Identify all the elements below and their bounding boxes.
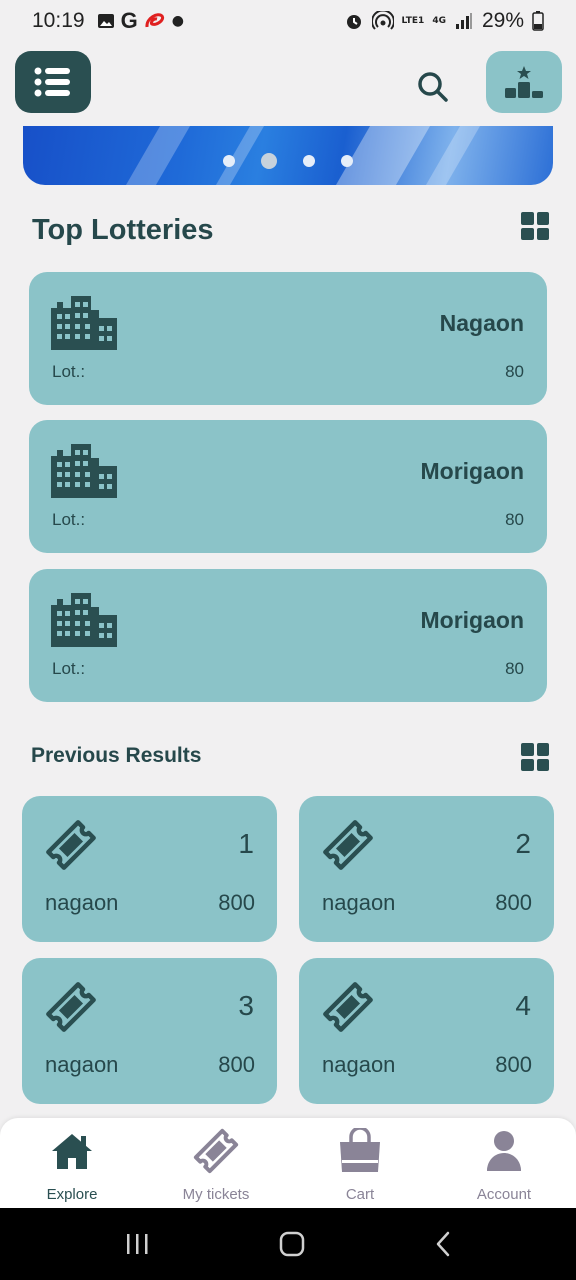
result-card[interactable]: 1 nagaon 800 <box>22 796 277 942</box>
search-icon <box>418 72 448 102</box>
nav-label: Account <box>476 1186 532 1203</box>
signal-icon <box>455 13 472 29</box>
ticket-icon <box>46 820 96 870</box>
hotspot-icon <box>371 11 394 30</box>
building-icon <box>51 296 117 350</box>
ticket-icon <box>323 982 373 1032</box>
carousel-dot[interactable] <box>341 155 353 167</box>
alarm-icon <box>346 15 361 29</box>
result-card[interactable]: 3 nagaon 800 <box>22 958 277 1104</box>
bag-icon <box>340 1128 380 1172</box>
result-number: 2 <box>515 828 531 859</box>
nav-label: Cart <box>345 1186 375 1203</box>
system-nav-bar <box>0 1208 576 1280</box>
lottery-name: Nagaon <box>439 310 524 336</box>
volte-label: LTE1 <box>401 15 425 26</box>
nav-my-tickets[interactable]: My tickets <box>144 1118 288 1208</box>
lot-label: Lot.: <box>52 659 86 678</box>
nav-account[interactable]: Account <box>432 1118 576 1208</box>
battery-percent: 29% <box>481 9 524 32</box>
nav-label: My tickets <box>182 1186 250 1203</box>
lottery-name: Morigaon <box>420 458 525 484</box>
result-name: nagaon <box>322 1052 396 1077</box>
dot-icon: ● <box>171 13 184 29</box>
ticket-icon <box>46 982 96 1032</box>
lot-label: Lot.: <box>52 362 86 381</box>
leaderboard-button[interactable] <box>486 51 562 113</box>
lottery-card[interactable]: Morigaon Lot.: 80 <box>29 569 547 702</box>
lottery-card[interactable]: Nagaon Lot.: 80 <box>29 272 547 405</box>
lot-value: 80 <box>505 659 524 678</box>
menu-icon <box>34 67 70 97</box>
notification-icons: G ● <box>97 8 184 34</box>
carousel-dot[interactable] <box>303 155 315 167</box>
lot-value: 80 <box>505 510 524 529</box>
result-number: 1 <box>238 828 254 859</box>
home-button-icon[interactable] <box>279 1231 305 1257</box>
lottery-name: Morigaon <box>420 607 525 633</box>
result-card[interactable]: 2 nagaon 800 <box>299 796 554 942</box>
status-time: 10:19 <box>32 9 85 32</box>
banner-carousel[interactable] <box>23 126 553 185</box>
signal-type-label: 4G <box>432 16 446 26</box>
result-name: nagaon <box>45 890 119 915</box>
status-right: LTE1 4G 29% <box>344 9 544 33</box>
nav-explore[interactable]: Explore <box>0 1118 144 1208</box>
carousel-dots <box>23 153 553 169</box>
top-lotteries-title: Top Lotteries <box>32 214 214 246</box>
ticket-icon <box>323 820 373 870</box>
grid-view-icon[interactable] <box>521 743 549 771</box>
menu-button[interactable] <box>15 51 91 113</box>
airtel-icon <box>145 13 164 28</box>
nav-label: Explore <box>46 1186 98 1203</box>
lot-value: 80 <box>505 362 524 381</box>
bottom-nav: Explore My tickets Cart Account <box>0 1118 576 1208</box>
lottery-card[interactable]: Morigaon Lot.: 80 <box>29 420 547 553</box>
previous-results-title: Previous Results <box>31 744 202 767</box>
carousel-dot[interactable] <box>223 155 235 167</box>
google-icon: G <box>120 8 138 33</box>
result-value: 800 <box>495 890 532 915</box>
nav-cart[interactable]: Cart <box>288 1118 432 1208</box>
building-icon <box>51 593 117 647</box>
result-number: 4 <box>515 990 531 1021</box>
result-card[interactable]: 4 nagaon 800 <box>299 958 554 1104</box>
result-name: nagaon <box>322 890 396 915</box>
battery-icon <box>532 11 544 31</box>
back-icon[interactable] <box>434 1231 452 1257</box>
leaderboard-icon <box>505 66 543 98</box>
result-value: 800 <box>495 1052 532 1077</box>
gallery-icon <box>97 14 114 28</box>
lot-label: Lot.: <box>52 510 86 529</box>
ticket-icon <box>193 1128 239 1174</box>
building-icon <box>51 444 117 498</box>
carousel-dot-active[interactable] <box>261 153 277 169</box>
result-number: 3 <box>238 990 254 1021</box>
status-bar: 10:19 G ● LTE1 4G 29% <box>0 0 576 42</box>
grid-view-icon[interactable] <box>521 212 549 240</box>
recent-apps-icon[interactable] <box>124 1232 150 1256</box>
home-icon <box>52 1134 92 1169</box>
result-name: nagaon <box>45 1052 119 1077</box>
result-value: 800 <box>218 890 255 915</box>
user-icon <box>487 1131 521 1171</box>
search-button[interactable] <box>410 64 456 110</box>
result-value: 800 <box>218 1052 255 1077</box>
